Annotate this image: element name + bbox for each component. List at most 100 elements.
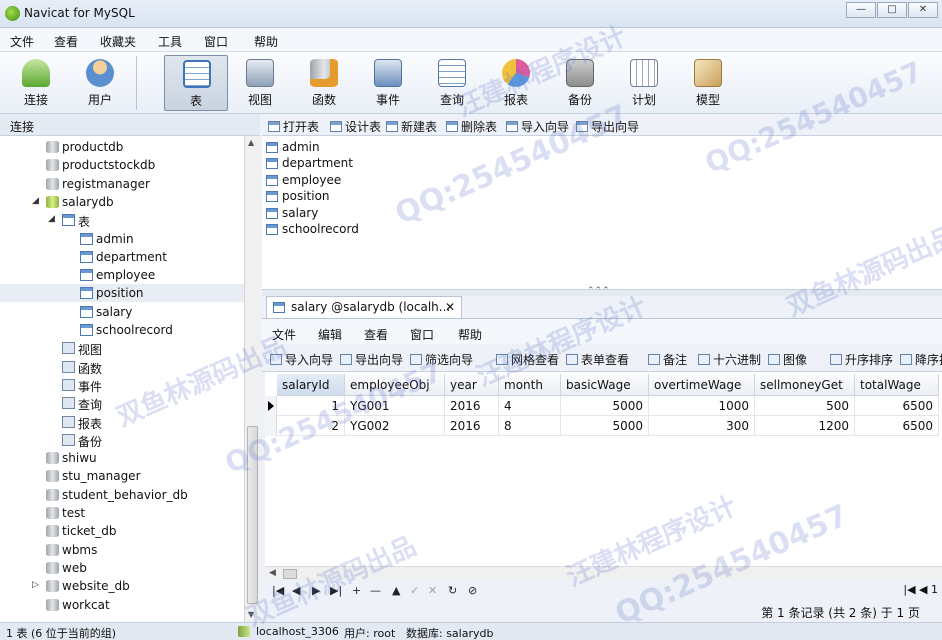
tree-item-event[interactable]: 事件 — [0, 376, 244, 394]
tree-item-registmanager[interactable]: registmanager — [0, 175, 244, 193]
grid-horizontal-scrollbar[interactable]: ◀ — [265, 566, 942, 580]
table-row[interactable]: 1 YG001 2016 4 5000 1000 500 6500 — [265, 396, 942, 416]
grid-view-button[interactable]: 网格查看 — [496, 351, 559, 368]
page-first-icon[interactable]: |◀ ◀ — [903, 583, 931, 596]
toolbar-table-button[interactable]: 表 — [164, 55, 228, 111]
menu-view[interactable]: 查看 — [54, 33, 78, 50]
menu-favorites[interactable]: 收藏夹 — [100, 33, 136, 50]
image-button[interactable]: 图像 — [768, 351, 807, 368]
cell-salaryId[interactable]: 2 — [277, 416, 345, 436]
last-record-icon[interactable]: ▶| — [330, 584, 342, 597]
tree-item-function[interactable]: 函数 — [0, 358, 244, 376]
maximize-button[interactable]: □ — [877, 2, 907, 18]
refresh-icon[interactable]: ↻ — [448, 584, 457, 597]
cell-overtimeWage[interactable]: 300 — [649, 416, 755, 436]
tree-item-admin[interactable]: admin — [0, 230, 244, 248]
toolbar-connection-button[interactable]: 连接 — [4, 55, 68, 111]
memo-button[interactable]: 备注 — [648, 351, 687, 368]
sort-descending-button[interactable]: 降序排 — [900, 351, 942, 368]
import-wizard-button[interactable]: 导入向导 — [506, 118, 569, 135]
column-header-basicWage[interactable]: basicWage — [561, 374, 649, 396]
cell-sellmoneyGet[interactable]: 1200 — [755, 416, 855, 436]
sort-ascending-button[interactable]: 升序排序 — [830, 351, 893, 368]
next-record-icon[interactable]: ▶ — [312, 584, 320, 597]
delete-table-button[interactable]: 删除表 — [446, 118, 497, 135]
current-row-indicator-icon[interactable] — [265, 396, 277, 416]
menu-window[interactable]: 窗口 — [204, 33, 228, 50]
column-header-year[interactable]: year — [445, 374, 499, 396]
open-table-button[interactable]: 打开表 — [268, 118, 319, 135]
collapse-arrow-icon[interactable]: ◢ — [48, 214, 55, 224]
inner-menu-edit[interactable]: 编辑 — [318, 326, 342, 343]
toolbar-backup-button[interactable]: 备份 — [548, 55, 612, 111]
grid-scroll-thumb[interactable] — [283, 569, 297, 579]
tree-scrollbar[interactable]: ▲ ▼ — [244, 136, 260, 624]
inner-menu-help[interactable]: 帮助 — [458, 326, 482, 343]
cancel-changes-icon[interactable]: ✕ — [428, 584, 437, 597]
cell-overtimeWage[interactable]: 1000 — [649, 396, 755, 416]
tree-item-report[interactable]: 报表 — [0, 413, 244, 431]
tree-item-wbms[interactable]: wbms — [0, 541, 244, 559]
cell-salaryId[interactable]: 1 — [277, 396, 345, 416]
column-header-overtimeWage[interactable]: overtimeWage — [649, 374, 755, 396]
form-view-button[interactable]: 表单查看 — [566, 351, 629, 368]
tree-item-student_behavior_db[interactable]: student_behavior_db — [0, 486, 244, 504]
column-header-employeeObj[interactable]: employeeObj — [345, 374, 445, 396]
hex-button[interactable]: 十六进制 — [698, 351, 761, 368]
cell-year[interactable]: 2016 — [445, 396, 499, 416]
tree-item-workcat[interactable]: workcat — [0, 596, 244, 614]
cell-year[interactable]: 2016 — [445, 416, 499, 436]
tree-item-stu_manager[interactable]: stu_manager — [0, 467, 244, 485]
tree-item-ticket_db[interactable]: ticket_db — [0, 522, 244, 540]
cell-employeeObj[interactable]: YG001 — [345, 396, 445, 416]
scroll-down-icon[interactable]: ▼ — [248, 610, 254, 619]
cell-totalWage[interactable]: 6500 — [855, 416, 939, 436]
menu-help[interactable]: 帮助 — [254, 33, 278, 50]
export-wizard-button[interactable]: 导出向导 — [576, 118, 639, 135]
tree-item-department[interactable]: department — [0, 248, 244, 266]
connection-tree[interactable]: productdb productstockdb registmanager ◢ sal… — [0, 136, 244, 624]
cell-month[interactable]: 8 — [499, 416, 561, 436]
column-header-totalWage[interactable]: totalWage — [855, 374, 939, 396]
collapse-arrow-icon[interactable]: ◢ — [32, 196, 39, 206]
add-record-icon[interactable]: + — [352, 584, 361, 597]
cell-sellmoneyGet[interactable]: 500 — [755, 396, 855, 416]
menu-file[interactable]: 文件 — [10, 33, 34, 50]
cell-totalWage[interactable]: 6500 — [855, 396, 939, 416]
tree-item-salary[interactable]: salary — [0, 303, 244, 321]
cell-month[interactable]: 4 — [499, 396, 561, 416]
previous-record-icon[interactable]: ◀ — [292, 584, 300, 597]
export-wizard-button[interactable]: 导出向导 — [340, 351, 403, 368]
inner-menu-file[interactable]: 文件 — [272, 326, 296, 343]
tree-item-schoolrecord[interactable]: schoolrecord — [0, 321, 244, 339]
column-header-sellmoneyGet[interactable]: sellmoneyGet — [755, 374, 855, 396]
design-table-button[interactable]: 设计表 — [330, 118, 381, 135]
toolbar-report-button[interactable]: 报表 — [484, 55, 548, 111]
tree-item-backup[interactable]: 备份 — [0, 431, 244, 449]
close-window-button[interactable]: ✕ — [908, 2, 938, 18]
row-selector[interactable] — [265, 416, 277, 436]
cell-basicWage[interactable]: 5000 — [561, 416, 649, 436]
expand-arrow-icon[interactable]: ▷ — [32, 580, 39, 590]
tree-item-view[interactable]: 视图 — [0, 339, 244, 357]
tree-item-productdb[interactable]: productdb — [0, 138, 244, 156]
cell-basicWage[interactable]: 5000 — [561, 396, 649, 416]
menu-tools[interactable]: 工具 — [158, 33, 182, 50]
apply-changes-icon[interactable]: ✓ — [410, 584, 419, 597]
tree-item-employee[interactable]: employee — [0, 266, 244, 284]
new-table-button[interactable]: 新建表 — [386, 118, 437, 135]
stop-icon[interactable]: ⊘ — [468, 584, 477, 597]
column-header-month[interactable]: month — [499, 374, 561, 396]
minimize-button[interactable]: — — [846, 2, 876, 18]
toolbar-query-button[interactable]: 查询 — [420, 55, 484, 111]
page-navigator[interactable]: |◀ ◀ 1 — [903, 583, 938, 596]
scroll-left-icon[interactable]: ◀ — [269, 568, 276, 578]
toolbar-user-button[interactable]: 用户 — [68, 55, 132, 111]
data-grid[interactable]: salaryId employeeObj year month basicWage ove… — [265, 372, 942, 566]
toolbar-schedule-button[interactable]: 计划 — [612, 55, 676, 111]
toolbar-view-button[interactable]: 视图 — [228, 55, 292, 111]
scroll-up-icon[interactable]: ▲ — [248, 138, 254, 147]
tree-item-productstockdb[interactable]: productstockdb — [0, 156, 244, 174]
inner-menu-view[interactable]: 查看 — [364, 326, 388, 343]
close-tab-icon[interactable]: ✕ — [445, 300, 455, 314]
